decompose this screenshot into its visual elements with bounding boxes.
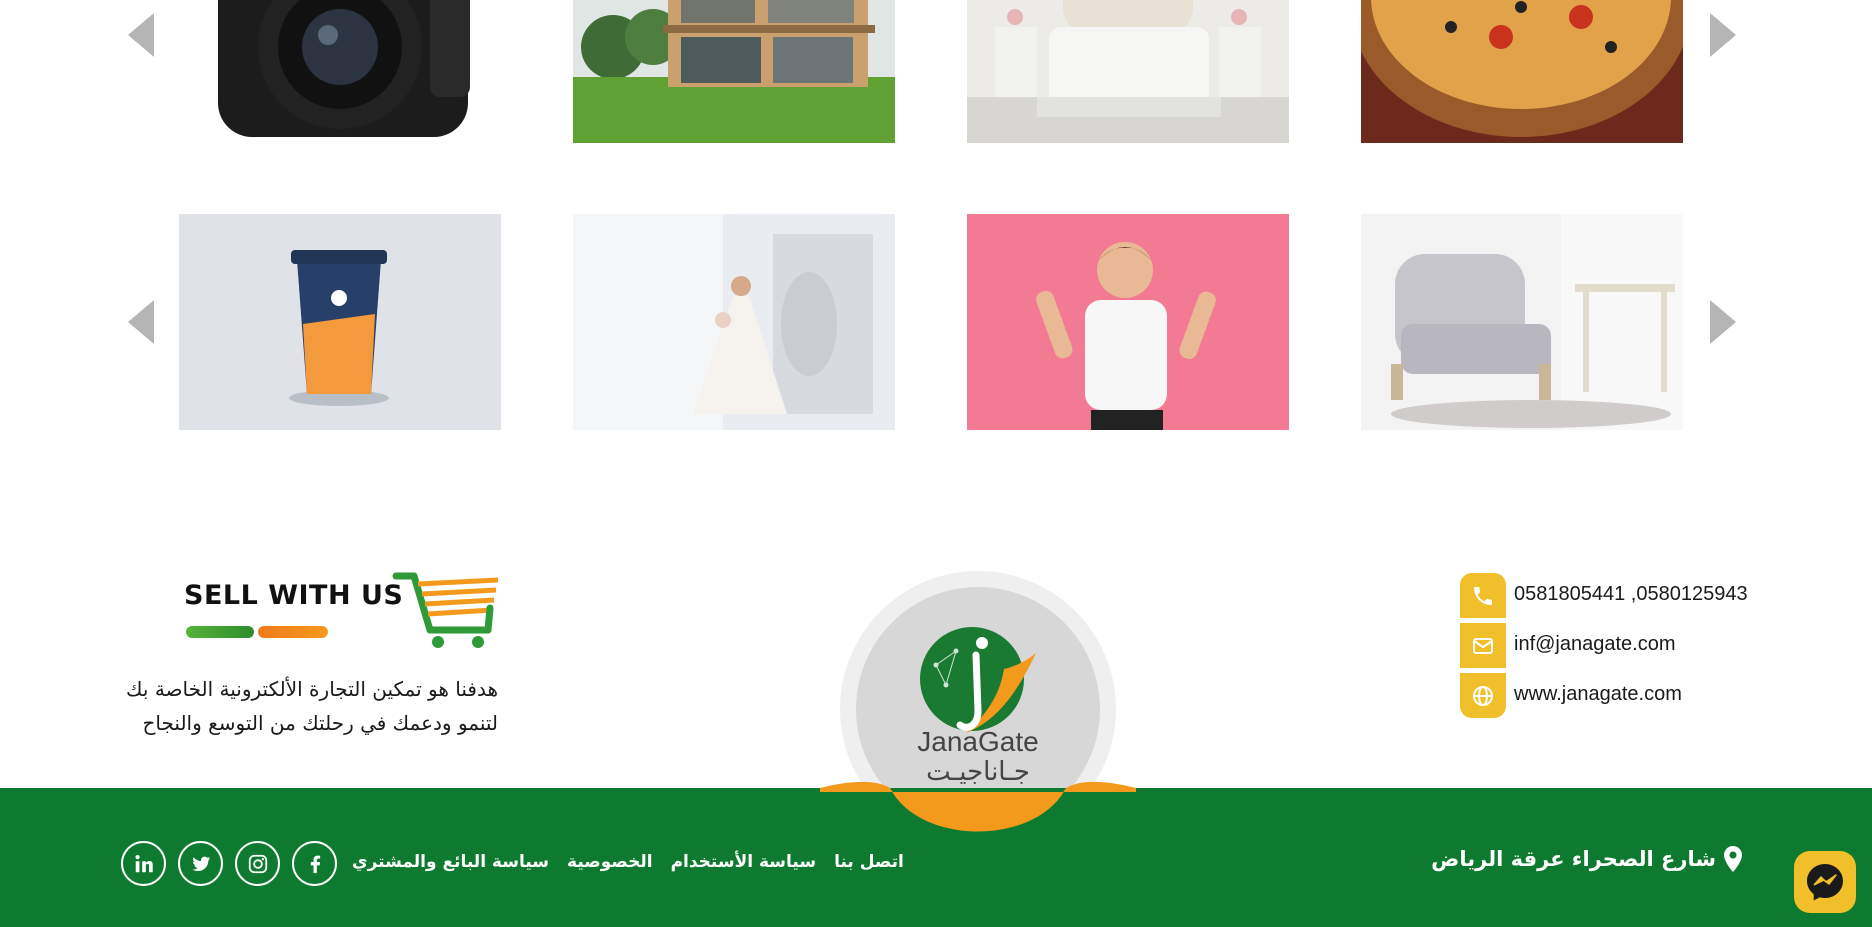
- gallery-tile-armchair[interactable]: [1361, 214, 1683, 430]
- contact-email-text: inf@janagate.com: [1514, 633, 1676, 655]
- footer-links: سياسة البائع والمشتري الخصوصية سياسة الأ…: [352, 852, 904, 872]
- coffee-cup-photo-icon: [179, 214, 501, 430]
- carousel-prev-arrow-icon[interactable]: [128, 13, 154, 57]
- contact-website-row[interactable]: www.janagate.com: [1460, 673, 1760, 723]
- sell-bar-green: [186, 626, 254, 638]
- linkedin-icon[interactable]: [121, 841, 166, 886]
- shopping-cart-icon: [392, 572, 499, 648]
- logo-name-english: JanaGate: [917, 726, 1039, 757]
- twitter-icon[interactable]: [178, 841, 223, 886]
- contact-website-text: www.janagate.com: [1514, 683, 1682, 705]
- gallery-row-1: [0, 0, 1872, 143]
- pizza-photo-icon: [1361, 0, 1683, 143]
- globe-icon: [1460, 673, 1506, 718]
- footer-link-contact-us[interactable]: اتصل بنا: [834, 852, 904, 872]
- instagram-icon[interactable]: [235, 841, 280, 886]
- carousel-prev-arrow-icon[interactable]: [128, 300, 154, 344]
- footer-link-privacy[interactable]: الخصوصية: [567, 852, 653, 872]
- contact-phone-text: 0581805441 ,0580125943: [1514, 583, 1748, 605]
- facebook-icon[interactable]: [292, 841, 337, 886]
- house-photo-icon: [573, 0, 895, 143]
- gallery-tile-camera[interactable]: [180, 0, 502, 143]
- phone-icon: [1460, 573, 1506, 618]
- footer-address-text: شارع الصحراء عرقة الرياض: [1431, 847, 1716, 871]
- bride-photo-icon: [573, 214, 895, 430]
- carousel-next-arrow-icon[interactable]: [1710, 13, 1736, 57]
- gallery-tile-boy[interactable]: [967, 214, 1289, 430]
- location-pin-icon: [1724, 846, 1742, 872]
- contact-list: 0581805441 ,0580125943 inf@janagate.com …: [1460, 573, 1760, 723]
- messenger-chat-button[interactable]: [1794, 851, 1856, 913]
- sell-bar-orange: [258, 626, 328, 638]
- armchair-photo-icon: [1361, 214, 1683, 430]
- logo-orange-arc: [820, 781, 1136, 832]
- contact-email-row[interactable]: inf@janagate.com: [1460, 623, 1760, 673]
- happy-boy-photo-icon: [967, 214, 1289, 430]
- gallery-tile-coffee[interactable]: [179, 214, 501, 430]
- mail-icon: [1460, 623, 1506, 668]
- social-links: [121, 841, 337, 886]
- sell-with-us-text: SELL WITH US: [184, 580, 404, 611]
- footer-link-seller-buyer-policy[interactable]: سياسة البائع والمشتري: [352, 852, 549, 872]
- carousel-next-arrow-icon[interactable]: [1710, 300, 1736, 344]
- footer-address: شارع الصحراء عرقة الرياض: [1431, 846, 1742, 872]
- gallery-tile-pizza[interactable]: [1361, 0, 1683, 143]
- gallery-tile-bride[interactable]: [573, 214, 895, 430]
- gallery-row-2: [0, 214, 1872, 430]
- gallery-tile-house[interactable]: [573, 0, 895, 143]
- contact-phone-row[interactable]: 0581805441 ,0580125943: [1460, 573, 1760, 623]
- footer-link-terms-of-use[interactable]: سياسة الأستخدام: [671, 852, 817, 872]
- about-text: هدفنا هو تمكين التجارة الألكترونية الخاص…: [126, 677, 498, 735]
- messenger-icon: [1807, 864, 1843, 901]
- camera-photo-icon: [180, 0, 502, 143]
- janagate-emblem-icon: [920, 627, 1036, 733]
- sell-with-us-banner[interactable]: SELL WITH US: [182, 568, 502, 650]
- gallery-tile-bedroom[interactable]: [967, 0, 1289, 143]
- bedroom-photo-icon: [967, 0, 1289, 143]
